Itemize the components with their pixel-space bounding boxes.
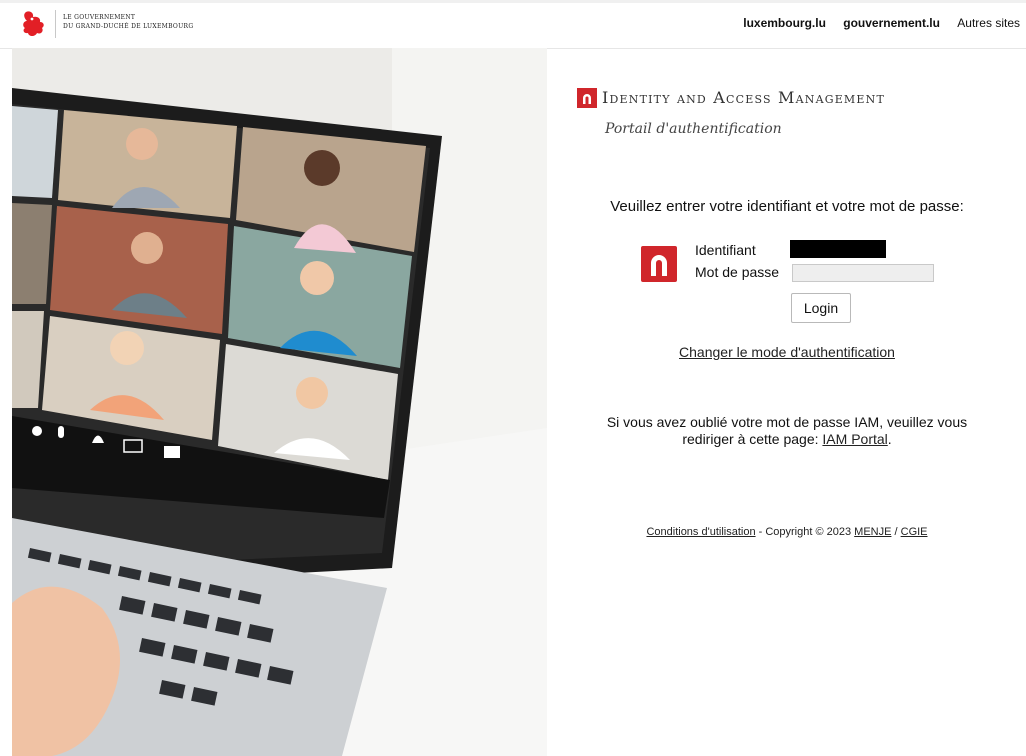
gov-line-1: LE GOUVERNEMENT	[63, 14, 136, 21]
forgot-line-2: rediriger à cette page: IAM Portal.	[548, 431, 1026, 448]
iam-portal-link[interactable]: IAM Portal	[822, 431, 887, 447]
menje-link[interactable]: MENJE	[854, 526, 891, 538]
forgot-suffix: .	[887, 431, 892, 447]
copyright-text: - Copyright © 2023	[755, 526, 855, 538]
brand-title: Identity and Access Management	[602, 88, 885, 107]
link-luxembourg[interactable]: luxembourg.lu	[743, 16, 826, 30]
change-auth-mode-link[interactable]: Changer le mode d'authentification	[548, 344, 1026, 360]
password-input[interactable]	[792, 264, 934, 282]
username-input[interactable]	[790, 240, 886, 258]
link-gouvernement[interactable]: gouvernement.lu	[843, 16, 940, 30]
cgie-link[interactable]: CGIE	[901, 526, 928, 538]
government-name: LE GOUVERNEMENT DU GRAND-DUCHÉ DE LUXEMB…	[63, 13, 193, 31]
conditions-link[interactable]: Conditions d'utilisation	[646, 526, 755, 538]
forgot-prefix: rediriger à cette page:	[682, 431, 823, 447]
laptop-video-call-illustration	[12, 48, 547, 756]
forgot-line-1: Si vous avez oublié votre mot de passe I…	[606, 414, 968, 430]
login-button[interactable]: Login	[791, 293, 851, 323]
hero-image	[12, 48, 547, 756]
forgot-password-text: Si vous avez oublié votre mot de passe I…	[548, 414, 1026, 448]
volume-icon	[32, 426, 42, 436]
page-footer: Conditions d'utilisation - Copyright © 2…	[548, 526, 1026, 538]
username-label: Identifiant	[695, 242, 756, 258]
iam-logo-icon	[577, 88, 597, 108]
microphone-icon	[58, 426, 64, 438]
link-autres-sites[interactable]: Autres sites	[957, 16, 1020, 30]
password-label: Mot de passe	[695, 264, 780, 280]
iam-logo-icon-large	[641, 246, 677, 282]
top-edge	[0, 0, 1026, 3]
footer-separator: /	[891, 526, 901, 538]
red-lion-icon[interactable]	[20, 8, 48, 40]
camera-icon	[164, 446, 180, 458]
login-instruction: Veuillez entrer votre identifiant et vot…	[610, 198, 964, 215]
brand-subtitle: Portail d'authentification	[605, 121, 782, 137]
top-bar: LE GOUVERNEMENT DU GRAND-DUCHÉ DE LUXEMB…	[0, 0, 1026, 49]
top-links: luxembourg.lu gouvernement.lu Autres sit…	[729, 16, 1020, 30]
logo-separator	[55, 10, 56, 38]
gov-line-2: DU GRAND-DUCHÉ DE LUXEMBOURG	[63, 23, 194, 30]
